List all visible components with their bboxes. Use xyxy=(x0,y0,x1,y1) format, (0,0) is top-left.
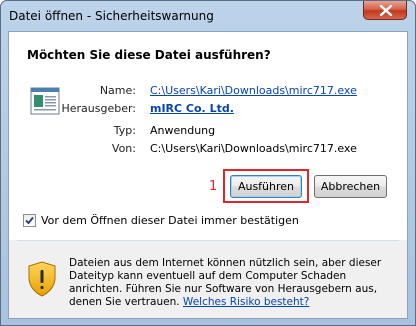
window-title: Datei öffnen - Sicherheitswarnung xyxy=(9,9,214,23)
security-warning-dialog: Datei öffnen - Sicherheitswarnung Möchte… xyxy=(0,0,416,326)
type-label: Typ: xyxy=(113,124,136,137)
from-value: C:\Users\Kari\Downloads\mirc717.exe xyxy=(150,142,357,155)
always-confirm-checkbox[interactable] xyxy=(23,214,36,227)
publisher-link[interactable]: mIRC Co. Ltd. xyxy=(150,102,234,115)
checkmark-icon xyxy=(25,216,34,225)
dialog-body: Möchten Sie diese Datei ausführen? Name:… xyxy=(8,31,408,319)
always-confirm-label[interactable]: Vor dem Öffnen dieser Datei immer bestät… xyxy=(41,214,299,227)
name-label: Name: xyxy=(99,84,136,97)
title-bar[interactable]: Datei öffnen - Sicherheitswarnung xyxy=(1,1,415,31)
divider xyxy=(17,240,399,241)
content-area: Möchten Sie diese Datei ausführen? Name:… xyxy=(9,32,407,240)
cancel-button[interactable]: Abbrechen xyxy=(314,175,387,198)
annotation-number: 1 xyxy=(209,179,218,194)
dialog-question: Möchten Sie diese Datei ausführen? xyxy=(27,48,271,62)
risk-info-link[interactable]: Welches Risiko besteht? xyxy=(183,296,309,308)
warning-message: Dateien aus dem Internet können nützlich… xyxy=(69,257,399,309)
publisher-label: Herausgeber: xyxy=(61,102,136,115)
close-icon xyxy=(379,5,393,16)
file-name-link[interactable]: C:\Users\Kari\Downloads\mirc717.exe xyxy=(150,84,357,97)
security-shield-icon xyxy=(28,261,56,297)
close-button[interactable] xyxy=(363,1,407,20)
type-value: Anwendung xyxy=(150,124,216,137)
from-label: Von: xyxy=(111,142,136,155)
run-button[interactable]: Ausführen xyxy=(230,175,302,198)
